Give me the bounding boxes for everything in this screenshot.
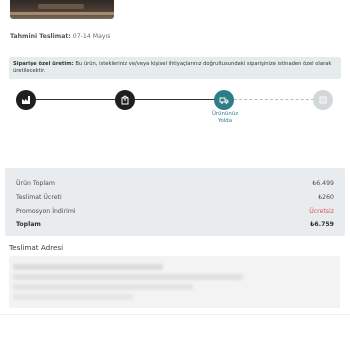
home-icon: [313, 90, 333, 110]
delivery-address-box: [9, 256, 340, 308]
delivery-address-title: Teslimat Adresi: [9, 243, 64, 252]
truck-icon: [214, 90, 234, 110]
delivery-estimate-value: 07-14 Mayıs: [72, 33, 111, 40]
active-step-label-line2: Yolda: [217, 118, 233, 125]
summary-value: ₺6.499: [312, 179, 334, 187]
active-step-label: Ürününüz Yolda: [210, 111, 240, 126]
step-connector: [234, 99, 314, 100]
notice-title: Siparişe özel üretim:: [13, 61, 74, 67]
summary-row-total: Toplam ₺6.759: [16, 219, 334, 229]
summary-value: ₺260: [318, 193, 334, 201]
summary-row-product-total: Ürün Toplam ₺6.499: [16, 178, 334, 188]
active-step-label-line1: Ürününüz: [211, 111, 239, 117]
package-icon: [115, 90, 135, 110]
summary-label: Ürün Toplam: [16, 179, 55, 187]
order-status-stepper: Ürününüz Yolda: [0, 88, 350, 133]
order-summary: Ürün Toplam ₺6.499 Teslimat Ücreti ₺260 …: [5, 168, 345, 236]
step-connector: [36, 99, 116, 100]
summary-label: Toplam: [16, 220, 41, 228]
custom-production-notice: Siparişe özel üretim: Bu ürün, istekleri…: [9, 57, 341, 79]
step-connector: [135, 99, 215, 100]
factory-icon: [16, 90, 36, 110]
summary-row-promotion: Promosyon İndirimi Ücretsiz: [16, 206, 334, 216]
divider: [0, 314, 350, 315]
product-image: [10, 0, 114, 19]
delivery-estimate: Tahmini Teslimat: 07-14 Mayıs: [10, 33, 110, 40]
summary-row-delivery-fee: Teslimat Ücreti ₺260: [16, 192, 334, 202]
delivery-estimate-label: Tahmini Teslimat:: [10, 33, 71, 40]
summary-value: ₺6.759: [310, 220, 334, 228]
summary-label: Promosyon İndirimi: [16, 207, 76, 215]
summary-label: Teslimat Ücreti: [16, 193, 62, 201]
summary-value: Ücretsiz: [309, 207, 334, 215]
